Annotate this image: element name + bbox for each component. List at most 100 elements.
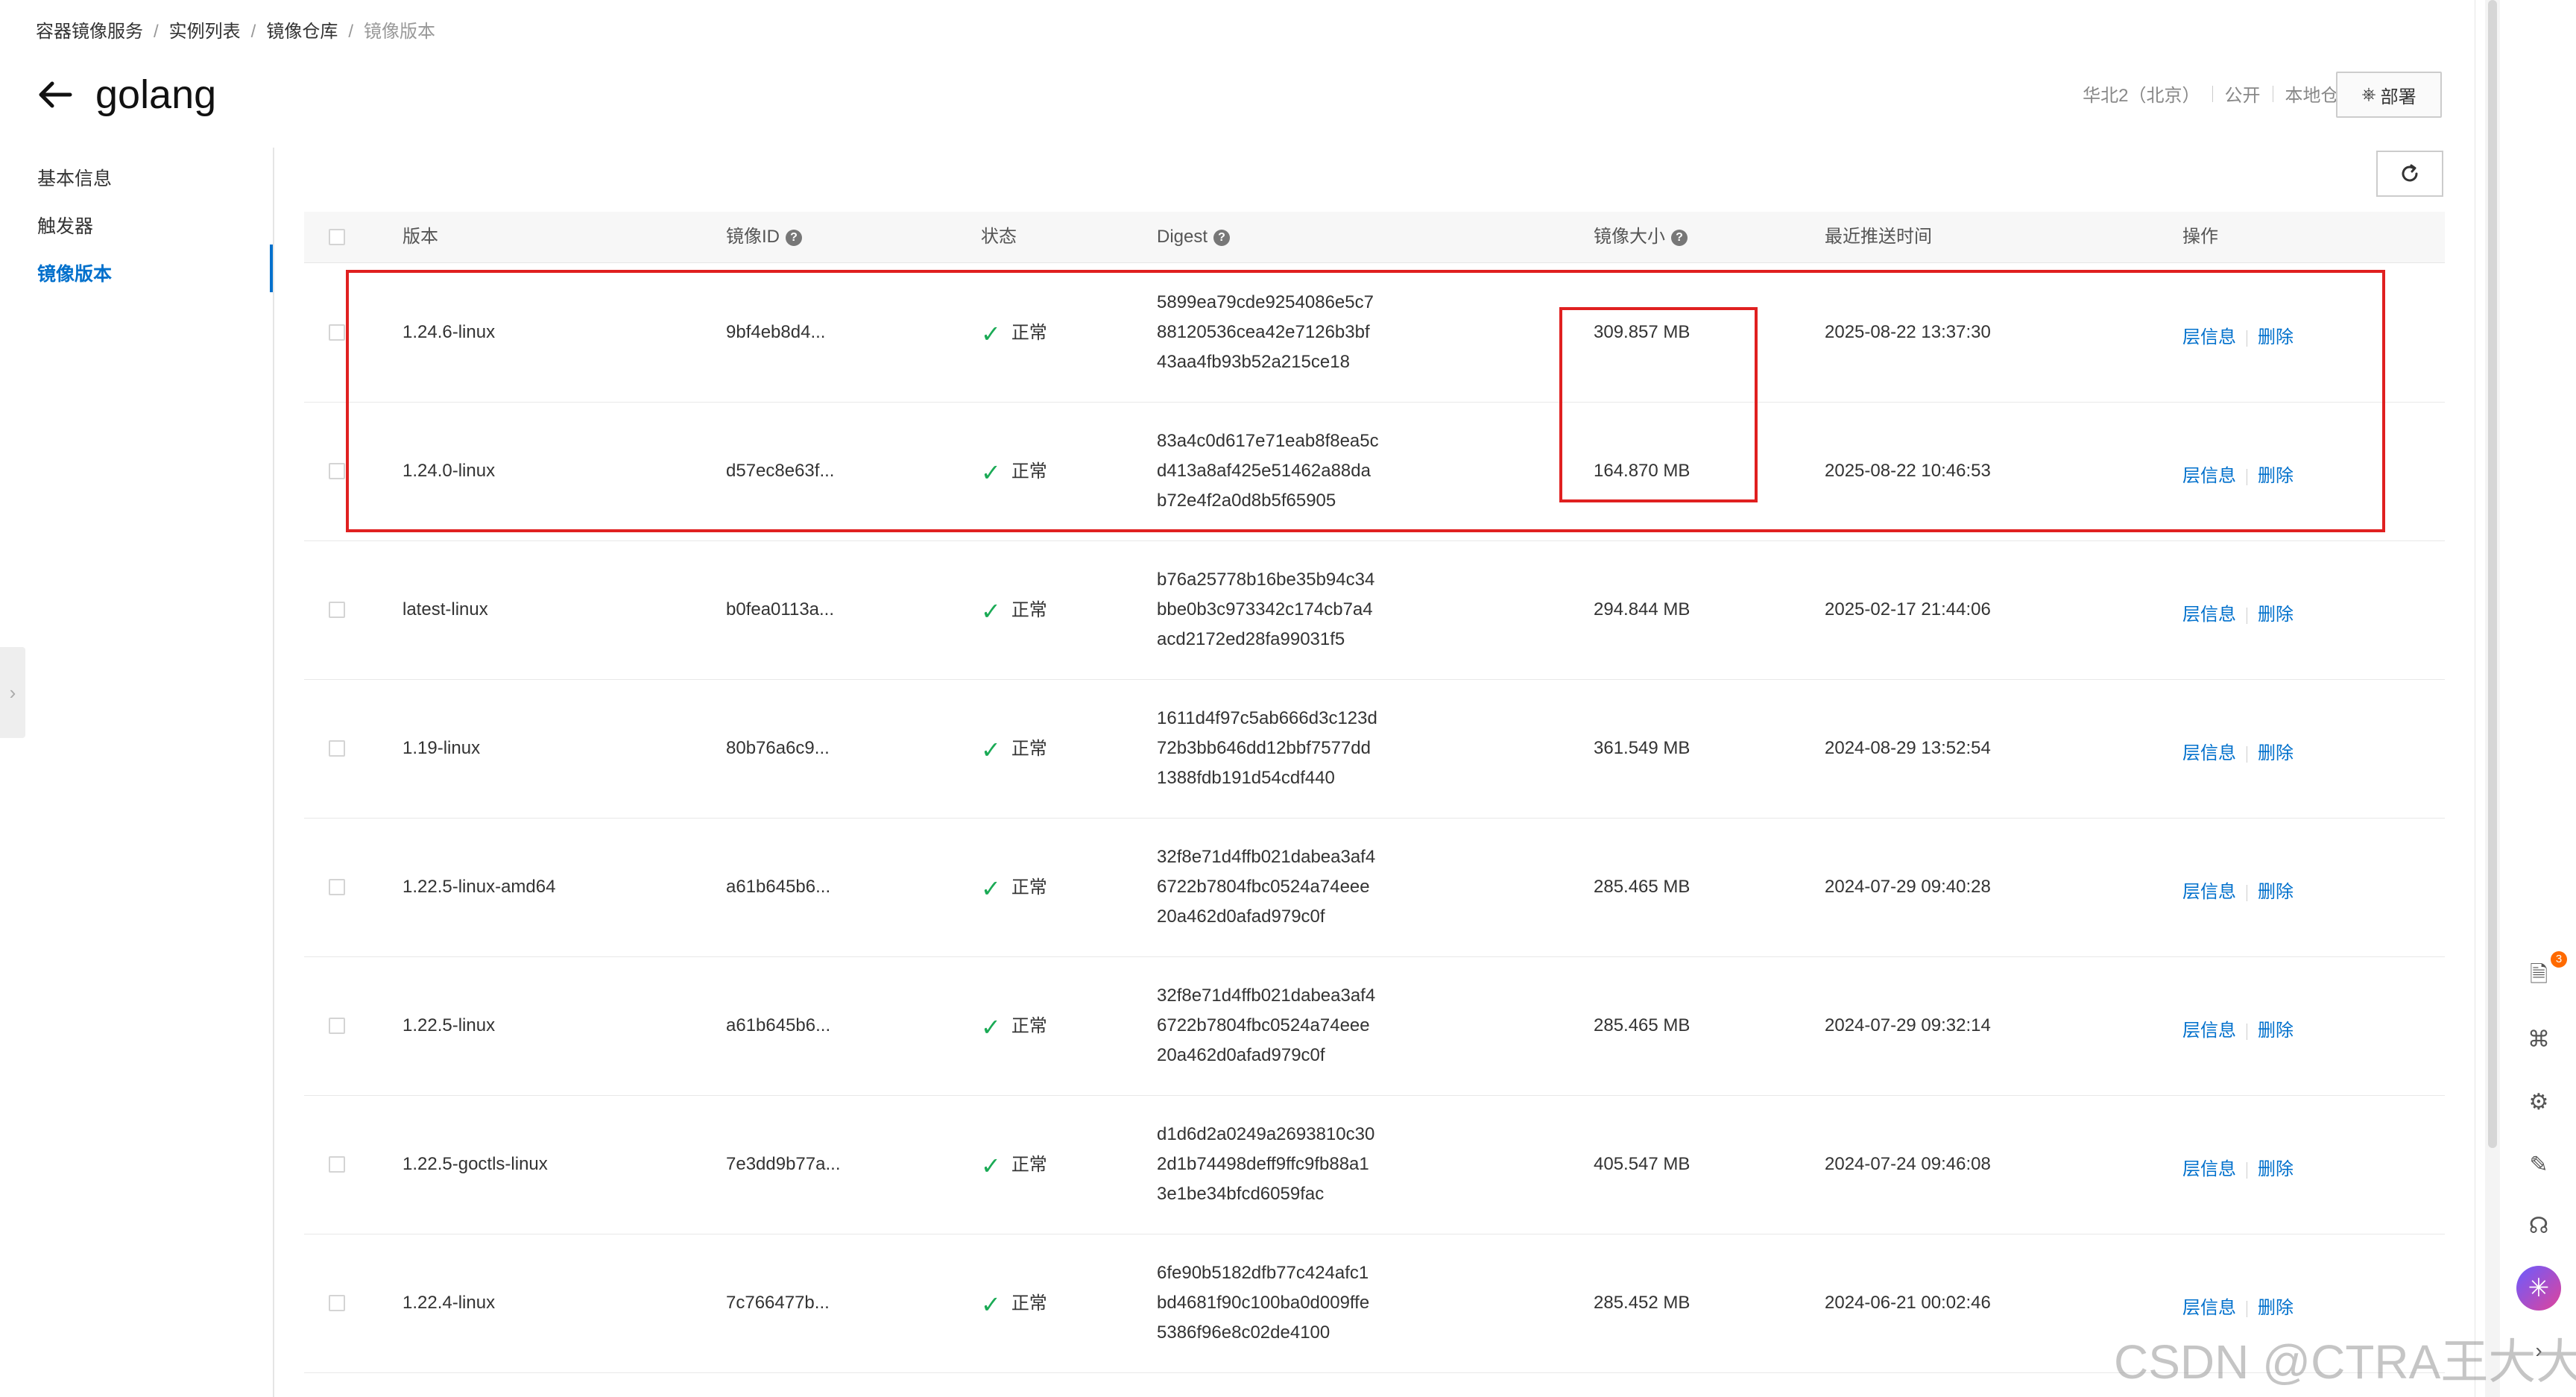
layer-info-link[interactable]: 层信息 — [2182, 1159, 2236, 1179]
pushed-time-cell: 2024-07-29 09:40:28 — [1825, 877, 1991, 897]
size-cell: 294.844 MB — [1594, 599, 1690, 619]
ai-assistant-icon[interactable]: ✳ — [2516, 1266, 2561, 1311]
status-text: 正常 — [1011, 1293, 1047, 1314]
highlight-rows-annotation — [346, 270, 2385, 532]
breadcrumb-separator: / — [250, 22, 256, 42]
status-cell: ✓ 正常 — [981, 1011, 1047, 1041]
select-all-checkbox[interactable] — [329, 229, 345, 245]
edit-icon[interactable]: ✎ — [2522, 1148, 2555, 1181]
breadcrumb-item-service[interactable]: 容器镜像服务 — [36, 22, 143, 42]
digest-line: b76a25778b16be35b94c34 — [1157, 570, 1375, 590]
digest-line: 2d1b74498deff9ffc9fb88a1 — [1157, 1154, 1369, 1174]
digest-line: 3e1be34bfcd6059fac — [1157, 1184, 1325, 1204]
ops-cell: 层信息 删除 — [2182, 1154, 2294, 1180]
deploy-button-label: 部署 — [2380, 86, 2416, 107]
digest-line: 20a462d0afad979c0f — [1157, 1045, 1325, 1065]
delete-link[interactable]: 删除 — [2258, 605, 2294, 625]
col-digest: Digest? — [1157, 212, 1231, 262]
table-row: 1.22.5-goctls-linux 7e3dd9b77a... ✓ 正常 d1d6d… — [304, 1095, 2445, 1234]
help-icon[interactable]: ? — [1213, 229, 1231, 246]
sidebar-item-basic-info[interactable]: 基本信息 — [37, 164, 112, 191]
digest-line: acd2172ed28fa99031f5 — [1157, 629, 1345, 649]
help-icon[interactable]: ? — [786, 229, 802, 246]
layer-info-link[interactable]: 层信息 — [2182, 882, 2236, 902]
back-arrow-icon[interactable] — [34, 75, 75, 115]
layer-info-link[interactable]: 层信息 — [2182, 1298, 2236, 1318]
watermark: CSDN @CTRA王大大 — [2114, 1335, 2576, 1389]
digest-line: 1611d4f97c5ab666d3c123d — [1157, 708, 1377, 728]
ops-cell: 层信息 删除 — [2182, 877, 2294, 903]
digest-line: 32f8e71d4ffb021dabea3af4 — [1157, 847, 1376, 867]
pushed-time-cell: 2025-02-17 21:44:06 — [1825, 599, 1991, 619]
col-version: 版本 — [402, 227, 438, 247]
sidebar-item-image-versions[interactable]: 镜像版本 — [37, 259, 112, 286]
digest-cell: 6fe90b5182dfb77c424afc1 bd4681f90c100ba0d… — [1157, 1258, 1369, 1348]
status-cell: ✓ 正常 — [981, 1288, 1047, 1319]
check-icon: ✓ — [981, 874, 1001, 902]
row-checkbox[interactable] — [329, 1156, 345, 1173]
row-checkbox[interactable] — [329, 463, 345, 479]
digest-cell: 32f8e71d4ffb021dabea3af4 6722b7804fbc0524… — [1157, 981, 1375, 1070]
page-title: golang — [95, 72, 217, 117]
layer-info-link[interactable]: 层信息 — [2182, 743, 2236, 763]
delete-link[interactable]: 删除 — [2258, 1298, 2294, 1318]
row-checkbox[interactable] — [329, 1295, 345, 1311]
row-checkbox[interactable] — [329, 879, 345, 895]
row-checkbox[interactable] — [329, 602, 345, 618]
row-checkbox[interactable] — [329, 740, 345, 757]
digest-line: 6722b7804fbc0524a74eee — [1157, 1015, 1370, 1035]
status-cell: ✓ 正常 — [981, 872, 1047, 903]
highlight-size-annotation — [1559, 307, 1758, 502]
status-text: 正常 — [1011, 1016, 1047, 1036]
table-row: 1.19-linux 80b76a6c9... ✓ 正常 1611d4f97c5ab66… — [304, 679, 2445, 819]
ops-cell: 层信息 删除 — [2182, 1293, 2294, 1319]
gear-icon[interactable]: ⚙ — [2522, 1085, 2555, 1118]
size-cell: 285.465 MB — [1594, 1015, 1690, 1035]
sidebar-item-triggers[interactable]: 触发器 — [37, 212, 93, 239]
row-checkbox[interactable] — [329, 324, 345, 341]
ops-cell: 层信息 删除 — [2182, 1015, 2294, 1041]
table-row: 1.22.5-linux-amd64 a61b645b6... ✓ 正常 32f8e71… — [304, 818, 2445, 957]
ops-cell: 层信息 删除 — [2182, 599, 2294, 625]
code-icon[interactable]: ⌘ — [2522, 1023, 2555, 1056]
refresh-button[interactable] — [2376, 151, 2443, 197]
check-icon: ✓ — [981, 597, 1001, 625]
delete-link[interactable]: 删除 — [2258, 1021, 2294, 1041]
breadcrumb-item-current: 镜像版本 — [364, 22, 436, 42]
divider — [2212, 85, 2213, 102]
delete-link[interactable]: 删除 — [2258, 743, 2294, 763]
visibility-label: 公开 — [2224, 86, 2261, 106]
status-text: 正常 — [1011, 877, 1047, 898]
breadcrumb-item-repos[interactable]: 镜像仓库 — [266, 22, 338, 42]
headset-icon[interactable]: ☊ — [2522, 1209, 2555, 1242]
delete-link[interactable]: 删除 — [2258, 1159, 2294, 1179]
image-id-cell: 7e3dd9b77a... — [726, 1154, 841, 1174]
scrollbar-thumb[interactable] — [2488, 0, 2497, 1148]
pushed-time-cell: 2024-06-21 00:02:46 — [1825, 1293, 1991, 1313]
digest-cell: 32f8e71d4ffb021dabea3af4 6722b7804fbc0524… — [1157, 842, 1375, 932]
pushed-time-cell: 2024-07-24 09:46:08 — [1825, 1154, 1991, 1174]
layer-info-link[interactable]: 层信息 — [2182, 605, 2236, 625]
col-image-id: 镜像ID? — [726, 212, 802, 262]
layer-info-link[interactable]: 层信息 — [2182, 1021, 2236, 1041]
digest-line: 32f8e71d4ffb021dabea3af4 — [1157, 986, 1376, 1006]
version-cell: 1.22.5-linux — [402, 1015, 496, 1035]
row-checkbox[interactable] — [329, 1018, 345, 1034]
breadcrumb-separator: / — [154, 22, 159, 42]
table-row: latest-linux b0fea0113a... ✓ 正常 b76a25778b16… — [304, 540, 2445, 680]
pushed-time-cell: 2024-08-29 13:52:54 — [1825, 738, 1991, 758]
size-cell: 405.547 MB — [1594, 1154, 1690, 1174]
delete-link[interactable]: 删除 — [2258, 882, 2294, 902]
breadcrumb-item-instances[interactable]: 实例列表 — [169, 22, 241, 42]
status-text: 正常 — [1011, 1155, 1047, 1175]
deploy-button[interactable]: ⎈ 部署 — [2336, 72, 2442, 118]
region-label: 华北2（北京） — [2083, 86, 2200, 106]
expand-panel-icon[interactable]: › — [0, 647, 25, 738]
digest-cell: 1611d4f97c5ab666d3c123d 72b3bb646dd12bbf7… — [1157, 704, 1377, 793]
col-size: 镜像大小? — [1594, 212, 1688, 262]
image-id-cell: a61b645b6... — [726, 877, 831, 897]
status-text: 正常 — [1011, 600, 1047, 620]
help-icon[interactable]: ? — [1671, 229, 1688, 246]
deploy-icon: ⎈ — [2361, 84, 2376, 104]
document-icon[interactable]: 🗎 — [2522, 960, 2555, 993]
